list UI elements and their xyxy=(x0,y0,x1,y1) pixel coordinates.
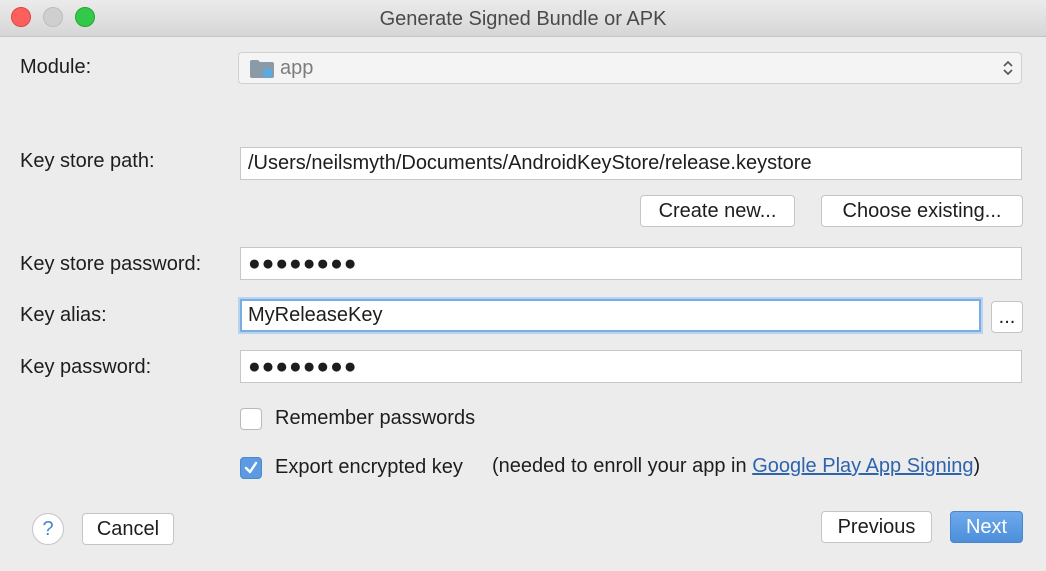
key-store-path-input[interactable]: /Users/neilsmyth/Documents/AndroidKeySto… xyxy=(240,147,1022,180)
checkmark-icon xyxy=(244,461,258,474)
module-label: Module: xyxy=(20,56,92,78)
key-alias-label: Key alias: xyxy=(20,304,107,326)
cancel-button[interactable]: Cancel xyxy=(82,513,174,545)
window-title: Generate Signed Bundle or APK xyxy=(379,8,667,30)
folder-icon xyxy=(250,60,274,78)
key-alias-input[interactable]: MyReleaseKey xyxy=(240,299,981,332)
previous-button[interactable]: Previous xyxy=(821,511,932,543)
remember-passwords-label[interactable]: Remember passwords xyxy=(275,407,475,430)
title-bar: Generate Signed Bundle or APK xyxy=(0,0,1046,37)
create-new-button[interactable]: Create new... xyxy=(640,195,795,227)
key-store-path-label: Key store path: xyxy=(20,150,155,172)
help-button[interactable]: ? xyxy=(32,513,64,545)
export-note-suffix: ) xyxy=(973,455,981,477)
browse-key-alias-button[interactable]: ... xyxy=(991,301,1023,333)
module-select[interactable]: app xyxy=(238,52,1022,84)
export-note-prefix: (needed to enroll your app in xyxy=(492,455,753,477)
key-password-label: Key password: xyxy=(20,356,152,378)
next-button[interactable]: Next xyxy=(950,511,1023,543)
export-encrypted-key-label[interactable]: Export encrypted key xyxy=(275,456,463,479)
key-password-input[interactable]: ●●●●●●●● xyxy=(240,350,1022,383)
up-down-chevron-icon xyxy=(1003,60,1013,76)
google-play-app-signing-link[interactable]: Google Play App Signing xyxy=(752,455,973,477)
remember-passwords-checkbox[interactable] xyxy=(240,408,262,430)
key-store-password-label: Key store password: xyxy=(20,253,202,275)
export-note: (needed to enroll your app in Google Pla… xyxy=(492,455,980,478)
module-value: app xyxy=(280,57,314,79)
choose-existing-button[interactable]: Choose existing... xyxy=(821,195,1023,227)
dialog-window: Generate Signed Bundle or APK Module: ap… xyxy=(0,0,1046,571)
export-encrypted-key-checkbox[interactable] xyxy=(240,457,262,479)
key-store-password-input[interactable]: ●●●●●●●● xyxy=(240,247,1022,280)
